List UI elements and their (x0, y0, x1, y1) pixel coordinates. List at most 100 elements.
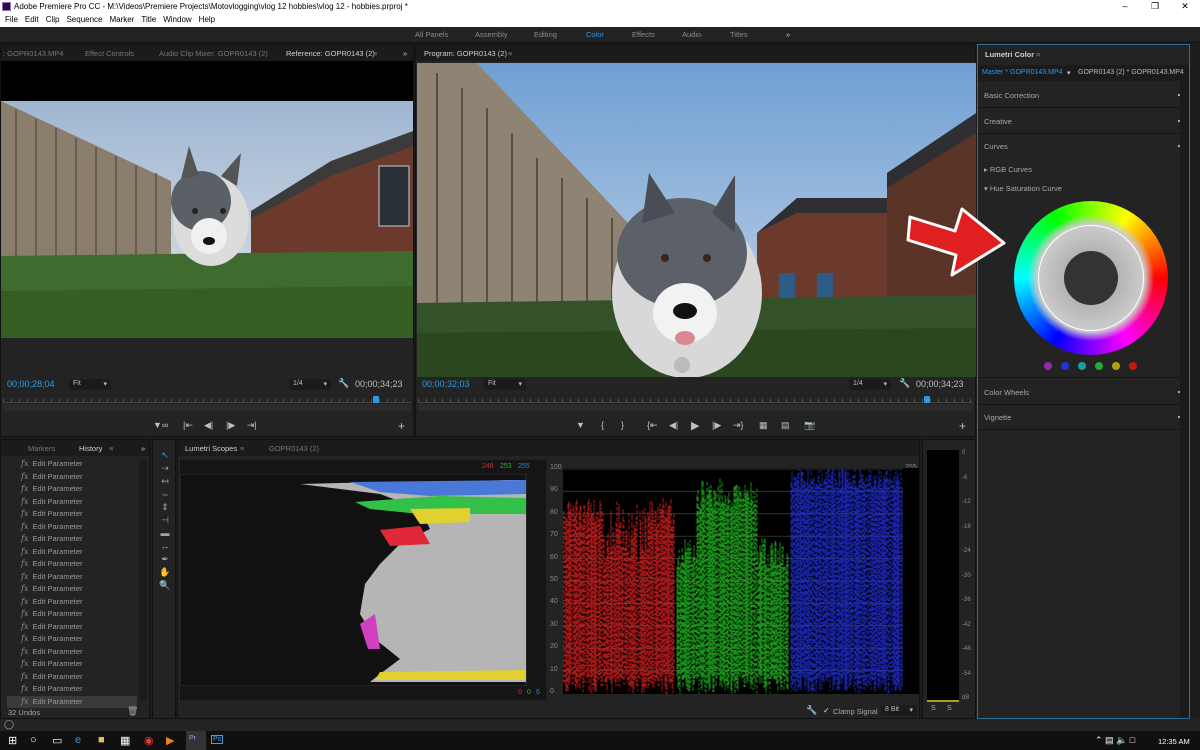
maximize-button[interactable]: ❐ (1140, 0, 1170, 13)
history-item[interactable]: fx Edit Parameter (7, 546, 137, 558)
section-vignette[interactable]: Vignette✓ (984, 411, 1184, 422)
master-clip-tab[interactable]: Master * GOPR0143.MP4 (982, 69, 1063, 76)
workspace-titles[interactable]: Titles (730, 30, 748, 39)
cortana-search-icon[interactable]: ○ (30, 734, 37, 746)
history-item[interactable]: fx Edit Parameter (7, 633, 137, 645)
workspace-editing[interactable]: Editing (534, 30, 557, 39)
system-tray-icons[interactable]: ⌃ ▤ 🔈 □ (1095, 735, 1135, 746)
program-zoom-dropdown[interactable]: Fit ▾ (484, 379, 526, 390)
workspace-all-panels[interactable]: All Panels (415, 30, 448, 39)
close-button[interactable]: ✕ (1170, 0, 1200, 13)
slide-tool-icon[interactable]: ↔ (158, 541, 172, 551)
panel-menu-icon[interactable]: ≡ (373, 49, 377, 58)
history-item[interactable]: fx Edit Parameter (7, 496, 137, 508)
menu-sequence[interactable]: Sequence (66, 15, 102, 24)
tab-sequence-clip[interactable]: GOPR0143 (2) (269, 444, 319, 453)
workspace-more-button[interactable]: » (786, 30, 790, 39)
go-to-out-icon[interactable]: ⇥| (247, 420, 257, 431)
tab-reference[interactable]: Reference: GOPR0143 (2) (286, 49, 375, 58)
program-current-timecode[interactable]: 00;00;32;03 (422, 379, 470, 389)
menu-file[interactable]: File (5, 15, 18, 24)
history-item[interactable]: fx Edit Parameter (7, 521, 137, 533)
step-back-icon[interactable]: ◀| (204, 420, 213, 431)
section-basic-correction[interactable]: Basic Correction✓ (984, 89, 1184, 100)
wrench-settings-icon[interactable]: 🔧 (806, 705, 817, 716)
tab-history[interactable]: History (79, 444, 102, 453)
history-item[interactable]: fx Edit Parameter (7, 533, 137, 545)
hue-swatch[interactable] (1061, 362, 1069, 370)
lift-icon[interactable]: ▦ (759, 420, 768, 431)
windows-start-icon[interactable]: ⊞ (8, 734, 17, 747)
history-item[interactable]: fx Edit Parameter (7, 483, 137, 495)
tab-effect-controls[interactable]: Effect Controls (85, 49, 134, 58)
tab-source[interactable]: : GOPR0143.MP4 (3, 49, 63, 58)
more-tabs-icon[interactable]: » (403, 49, 407, 58)
photoshop-taskbar-icon[interactable]: Ps (211, 735, 224, 744)
premiere-pro-taskbar-icon[interactable]: Pr (186, 731, 206, 750)
source-time-ruler[interactable] (3, 393, 411, 403)
wrench-settings-icon[interactable]: 🔧 (338, 378, 349, 389)
history-scrollbar[interactable] (139, 460, 147, 700)
history-item[interactable]: fx Edit Parameter (7, 558, 137, 570)
zoom-tool-icon[interactable]: 🔍 (158, 580, 172, 591)
rgb-curves-toggle[interactable]: ▸ RGB Curves (984, 165, 1184, 174)
mark-out-icon[interactable]: } (621, 420, 624, 430)
history-item[interactable]: fx Edit Parameter (7, 683, 137, 695)
hue-swatch[interactable] (1112, 362, 1120, 370)
menu-edit[interactable]: Edit (25, 15, 39, 24)
source-current-timecode[interactable]: 00;00;28;04 (7, 379, 55, 389)
slip-tool-icon[interactable]: ▬ (158, 528, 172, 538)
trash-icon[interactable]: 🗑 (127, 706, 138, 717)
lumetri-scrollbar[interactable] (1180, 81, 1189, 718)
wrench-settings-icon[interactable]: 🔧 (899, 378, 910, 389)
add-button-icon[interactable]: + (959, 419, 966, 433)
task-view-icon[interactable]: ▭ (52, 734, 62, 747)
hue-saturation-toggle[interactable]: ▾ Hue Saturation Curve (984, 184, 1184, 193)
program-zoom-scrollbar[interactable] (418, 404, 973, 411)
source-resolution-dropdown[interactable]: 1/4 ▾ (289, 379, 331, 390)
source-playhead[interactable] (373, 396, 379, 403)
section-color-wheels[interactable]: Color Wheels✓ (984, 386, 1184, 397)
razor-tool-icon[interactable]: ⊣ (158, 515, 172, 526)
history-item[interactable]: fx Edit Parameter (7, 646, 137, 658)
program-time-ruler[interactable] (418, 393, 973, 403)
menu-window[interactable]: Window (163, 15, 191, 24)
media-player-icon[interactable]: ▶ (166, 734, 174, 747)
tab-program[interactable]: Program: GOPR0143 (2) (424, 49, 507, 58)
step-forward-icon[interactable]: |▶ (712, 420, 721, 431)
history-item[interactable]: fx Edit Parameter (7, 695, 137, 708)
tab-lumetri-scopes[interactable]: Lumetri Scopes (185, 444, 237, 453)
hue-swatch[interactable] (1044, 362, 1052, 370)
workspace-effects[interactable]: Effects (632, 30, 655, 39)
mark-in-icon[interactable]: { (601, 420, 604, 430)
rolling-edit-tool-icon[interactable]: ⇔ (158, 489, 172, 499)
add-marker-icon[interactable]: ▼ (576, 420, 585, 430)
solo-right-button[interactable]: S (947, 705, 952, 712)
history-item[interactable]: fx Edit Parameter (7, 458, 137, 470)
section-creative[interactable]: Creative✓ (984, 115, 1184, 126)
insert-overlay-icon[interactable]: ▼∞ (153, 420, 168, 430)
play-button-icon[interactable]: ▶ (691, 419, 699, 432)
store-icon[interactable]: ▦ (120, 734, 130, 747)
export-frame-camera-icon[interactable]: 📷 (804, 420, 815, 431)
step-forward-icon[interactable]: |▶ (226, 420, 235, 431)
history-item[interactable]: fx Edit Parameter (7, 671, 137, 683)
minimize-button[interactable]: – (1110, 0, 1140, 13)
history-item[interactable]: fx Edit Parameter (7, 571, 137, 583)
bit-depth-dropdown[interactable]: 8 Bit ▾ (881, 705, 917, 716)
history-item[interactable]: fx Edit Parameter (7, 508, 137, 520)
solo-left-button[interactable]: S (931, 705, 936, 712)
go-to-out-icon[interactable]: ⇥} (733, 420, 744, 431)
selection-tool-icon[interactable]: ↖ (158, 450, 172, 461)
chevron-down-icon[interactable]: ▾ (1067, 69, 1071, 77)
panel-menu-icon[interactable]: ≡ (1036, 50, 1040, 59)
history-item[interactable]: fx Edit Parameter (7, 608, 137, 620)
source-zoom-scrollbar[interactable] (3, 404, 411, 411)
hue-swatch[interactable] (1078, 362, 1086, 370)
tab-markers[interactable]: Markers (28, 444, 55, 453)
program-resolution-dropdown[interactable]: 1/4 ▾ (849, 379, 891, 390)
history-item[interactable]: fx Edit Parameter (7, 621, 137, 633)
history-item[interactable]: fx Edit Parameter (7, 583, 137, 595)
chrome-icon[interactable]: ◉ (144, 734, 154, 747)
hue-swatch[interactable] (1095, 362, 1103, 370)
